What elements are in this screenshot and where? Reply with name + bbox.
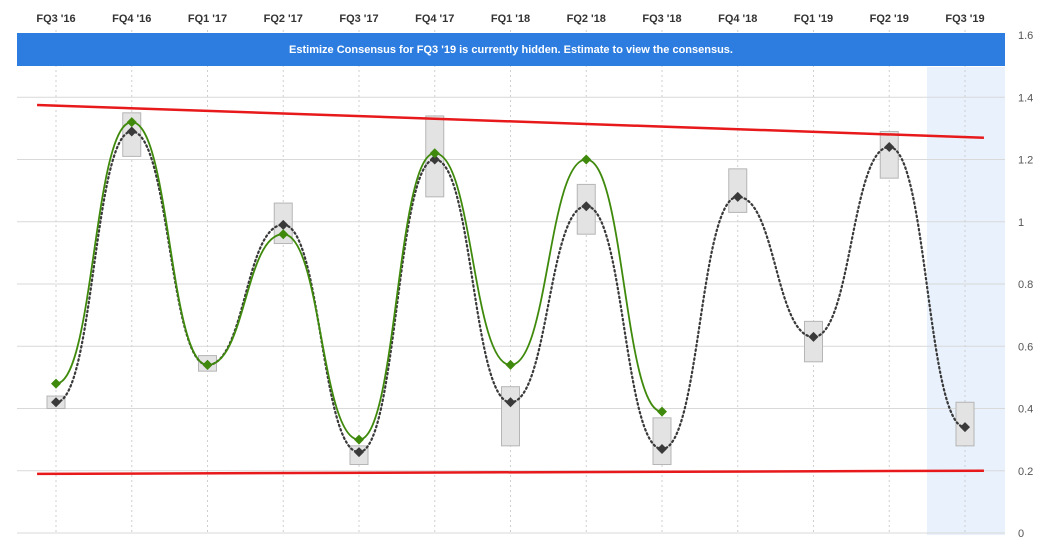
estimate-range-box bbox=[728, 168, 748, 213]
y-axis-labels: 0 0.2 0.4 0.6 0.8 1 1.2 1.4 1.6 bbox=[1018, 30, 1033, 540]
y-tick-label: 0.6 bbox=[1018, 341, 1033, 353]
estimate-range-box bbox=[879, 130, 899, 179]
quarter-labels: FQ3 '16 FQ4 '16 FQ1 '17 FQ2 '17 FQ3 '17 FQ4 '… bbox=[36, 13, 984, 25]
actual-point bbox=[581, 154, 592, 165]
quarter-label: FQ4 '16 bbox=[112, 13, 151, 25]
y-tick-label: 0.2 bbox=[1018, 466, 1033, 478]
trendline bbox=[37, 103, 984, 139]
quarter-label: FQ3 '17 bbox=[339, 13, 378, 25]
quarter-label: FQ2 '17 bbox=[264, 13, 303, 25]
quarter-label: FQ1 '19 bbox=[794, 13, 833, 25]
y-tick-label: 0 bbox=[1018, 528, 1024, 540]
estimate-range-box bbox=[652, 417, 672, 466]
vertical-gridlines bbox=[55, 30, 966, 533]
actual-point bbox=[505, 359, 516, 370]
y-tick-label: 0.4 bbox=[1018, 404, 1033, 416]
quarter-label: FQ3 '16 bbox=[36, 13, 75, 25]
quarter-label: FQ2 '18 bbox=[567, 13, 606, 25]
actual-point bbox=[51, 378, 61, 389]
quarter-label: FQ2 '19 bbox=[870, 13, 909, 25]
y-tick-label: 1 bbox=[1018, 217, 1024, 229]
y-tick-label: 1.4 bbox=[1018, 92, 1033, 104]
y-tick-label: 0.8 bbox=[1018, 279, 1033, 291]
quarter-label: FQ3 '19 bbox=[945, 13, 984, 25]
quarter-label: FQ4 '17 bbox=[415, 13, 454, 25]
y-tick-label: 1.2 bbox=[1018, 155, 1033, 167]
y-tick-label: 1.6 bbox=[1018, 30, 1033, 42]
quarter-label: FQ4 '18 bbox=[718, 13, 757, 25]
series-markers bbox=[51, 117, 970, 458]
eps-chart: FQ3 '16 FQ4 '16 FQ1 '17 FQ2 '17 FQ3 '17 FQ4 '… bbox=[17, 13, 1033, 540]
quarter-label: FQ3 '18 bbox=[642, 13, 681, 25]
actual-point bbox=[354, 434, 364, 445]
consensus-banner-text: Estimize Consensus for FQ3 '19 is curren… bbox=[289, 44, 733, 56]
quarter-label: FQ1 '18 bbox=[491, 13, 530, 25]
quarter-label: FQ1 '17 bbox=[188, 13, 227, 25]
estimate-range-box bbox=[501, 386, 520, 447]
